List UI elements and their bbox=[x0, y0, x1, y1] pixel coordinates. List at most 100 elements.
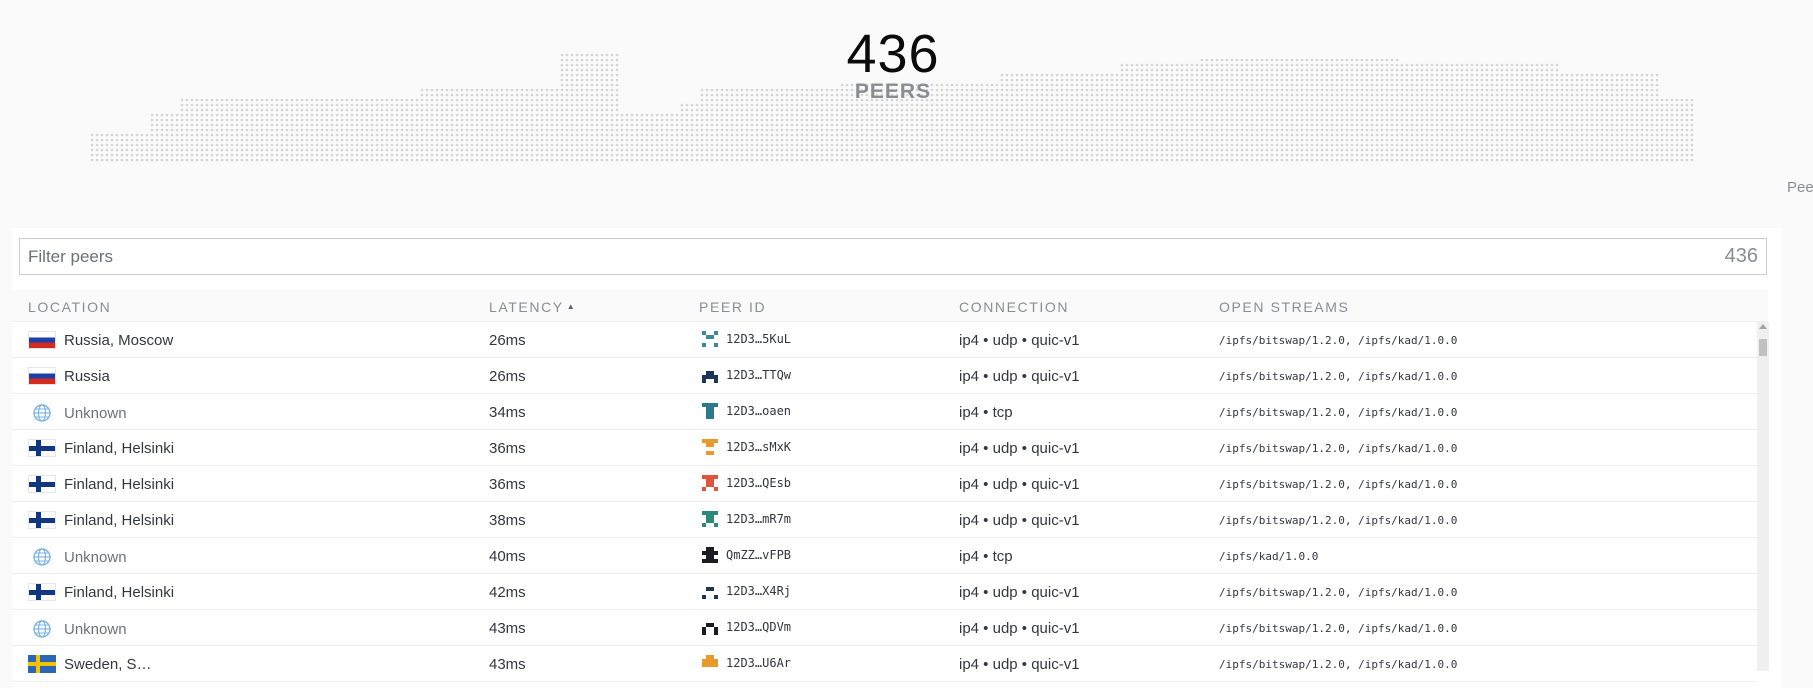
connection-cell: ip4 • udp • quic-v1 bbox=[959, 620, 1080, 637]
open-streams-cell: /ipfs/bitswap/1.2.0, /ipfs/kad/1.0.0 bbox=[1219, 334, 1457, 347]
peer-id-cell[interactable]: 12D3…sMxK bbox=[702, 439, 791, 455]
peer-identicon-icon bbox=[702, 367, 718, 383]
location-label: Finland, Helsinki bbox=[64, 440, 174, 457]
peer-count-label: PEERS bbox=[793, 80, 993, 104]
sort-ascending-icon: ▲ bbox=[567, 302, 577, 311]
peer-id-cell[interactable]: 12D3…mR7m bbox=[702, 511, 791, 527]
open-streams-cell: /ipfs/bitswap/1.2.0, /ipfs/kad/1.0.0 bbox=[1219, 658, 1457, 671]
peer-count-hero: 436 PEERS bbox=[793, 24, 993, 104]
flag-fi-icon bbox=[28, 583, 56, 601]
peer-identicon-icon bbox=[702, 403, 718, 419]
column-header-peer-id[interactable]: PEER ID bbox=[699, 299, 766, 315]
peer-id-cell[interactable]: 12D3…TTQw bbox=[702, 367, 791, 383]
open-streams-cell: /ipfs/bitswap/1.2.0, /ipfs/kad/1.0.0 bbox=[1219, 370, 1457, 383]
location-label: Unknown bbox=[64, 549, 127, 566]
peer-id-cell[interactable]: 12D3…5KuL bbox=[702, 331, 791, 347]
connection-cell: ip4 • udp • quic-v1 bbox=[959, 332, 1080, 349]
peer-identicon-icon bbox=[702, 619, 718, 635]
peers-world-map: 436 PEERS bbox=[0, 0, 1813, 210]
peer-identicon-icon bbox=[702, 475, 718, 491]
flag-fi-icon bbox=[28, 475, 56, 493]
peer-id-cell[interactable]: 12D3…X4Rj bbox=[702, 583, 791, 599]
latency-cell: 43ms bbox=[489, 620, 526, 637]
filter-peers-box[interactable]: 436 bbox=[19, 238, 1767, 275]
scroll-up-arrow-icon[interactable] bbox=[1759, 324, 1767, 329]
peer-id-label: 12D3…5KuL bbox=[726, 332, 791, 346]
table-header: LOCATION LATENCY▲ PEER ID CONNECTION OPE… bbox=[12, 290, 1768, 322]
table-row[interactable]: Finland, Helsinki 36ms 12D3…QEsb ip4 • udp … bbox=[12, 466, 1757, 502]
connection-cell: ip4 • tcp bbox=[959, 404, 1013, 421]
flag-fi-icon bbox=[28, 439, 56, 457]
location-cell: Russia, Moscow bbox=[28, 331, 173, 349]
connection-cell: ip4 • udp • quic-v1 bbox=[959, 476, 1080, 493]
peer-id-cell[interactable]: 12D3…QDVm bbox=[702, 619, 791, 635]
table-row[interactable]: Unknown 40ms QmZZ…vFPB ip4 • tcp/ipfs/kad/1… bbox=[12, 538, 1757, 574]
filter-peers-input[interactable] bbox=[28, 247, 1628, 267]
peer-id-cell[interactable]: 12D3…U6Ar bbox=[702, 655, 791, 671]
table-row[interactable]: Finland, Helsinki 36ms 12D3…sMxK ip4 • udp … bbox=[12, 430, 1757, 466]
table-row[interactable]: Russia26ms12D3…TTQwip4 • udp • quic-v1/i… bbox=[12, 358, 1757, 394]
globe-icon bbox=[28, 547, 56, 567]
location-label: Unknown bbox=[64, 621, 127, 638]
connection-cell: ip4 • udp • quic-v1 bbox=[959, 512, 1080, 529]
location-cell: Finland, Helsinki bbox=[28, 511, 174, 529]
location-cell: Unknown bbox=[28, 619, 127, 639]
location-label: Finland, Helsinki bbox=[64, 512, 174, 529]
connection-cell: ip4 • udp • quic-v1 bbox=[959, 656, 1080, 673]
latency-cell: 38ms bbox=[489, 512, 526, 529]
connection-cell: ip4 • udp • quic-v1 bbox=[959, 440, 1080, 457]
peer-id-label: 12D3…sMxK bbox=[726, 440, 791, 454]
flag-ru-icon bbox=[28, 367, 56, 385]
location-cell: Finland, Helsinki bbox=[28, 475, 174, 493]
globe-icon bbox=[28, 403, 56, 423]
flag-se-icon bbox=[28, 655, 56, 673]
table-row[interactable]: Finland, Helsinki 38ms 12D3…mR7m ip4 • udp … bbox=[12, 502, 1757, 538]
scrollbar-thumb[interactable] bbox=[1759, 339, 1767, 356]
peer-id-cell[interactable]: QmZZ…vFPB bbox=[702, 547, 791, 563]
peer-id-label: 12D3…mR7m bbox=[726, 512, 791, 526]
peer-id-cell[interactable]: 12D3…QEsb bbox=[702, 475, 791, 491]
peer-identicon-icon bbox=[702, 439, 718, 455]
flag-ru-icon bbox=[28, 331, 56, 349]
peer-id-label: 12D3…X4Rj bbox=[726, 584, 791, 598]
peer-id-label: 12D3…U6Ar bbox=[726, 656, 791, 670]
latency-cell: 26ms bbox=[489, 368, 526, 385]
column-header-latency[interactable]: LATENCY▲ bbox=[489, 299, 576, 315]
peer-identicon-icon bbox=[702, 583, 718, 599]
column-header-location[interactable]: LOCATION bbox=[28, 299, 111, 315]
location-label: Finland, Helsinki bbox=[64, 584, 174, 601]
open-streams-cell: /ipfs/bitswap/1.2.0, /ipfs/kad/1.0.0 bbox=[1219, 478, 1457, 491]
column-header-connection[interactable]: CONNECTION bbox=[959, 299, 1069, 315]
table-row[interactable]: Sweden, S… 43ms 12D3…U6Ar ip4 • udp • quic-… bbox=[12, 646, 1757, 682]
latency-cell: 36ms bbox=[489, 476, 526, 493]
connection-cell: ip4 • tcp bbox=[959, 548, 1013, 565]
connection-cell: ip4 • udp • quic-v1 bbox=[959, 584, 1080, 601]
latency-cell: 40ms bbox=[489, 548, 526, 565]
open-streams-cell: /ipfs/kad/1.0.0 bbox=[1219, 550, 1318, 563]
latency-cell: 36ms bbox=[489, 440, 526, 457]
column-header-open-streams[interactable]: OPEN STREAMS bbox=[1219, 299, 1349, 315]
peer-id-label: QmZZ…vFPB bbox=[726, 548, 791, 562]
location-label: Russia bbox=[64, 368, 110, 385]
location-cell: Unknown bbox=[28, 547, 127, 567]
peer-id-cell[interactable]: 12D3…oaen bbox=[702, 403, 791, 419]
peer-id-label: 12D3…oaen bbox=[726, 404, 791, 418]
table-row[interactable]: Finland, Helsinki42ms12D3…X4Rjip4 • udp … bbox=[12, 574, 1757, 610]
latency-cell: 43ms bbox=[489, 656, 526, 673]
location-cell: Finland, Helsinki bbox=[28, 583, 174, 601]
peer-identicon-icon bbox=[702, 331, 718, 347]
column-header-latency-label: LATENCY bbox=[489, 299, 564, 315]
location-cell: Russia bbox=[28, 367, 110, 385]
open-streams-cell: /ipfs/bitswap/1.2.0, /ipfs/kad/1.0.0 bbox=[1219, 514, 1457, 527]
table-row[interactable]: Russia, Moscow26ms12D3…5KuLip4 • udp • q… bbox=[12, 322, 1757, 358]
location-label: Russia, Moscow bbox=[64, 332, 173, 349]
table-scrollbar[interactable] bbox=[1757, 322, 1769, 671]
table-row[interactable]: Unknown43ms12D3…QDVmip4 • udp • quic-v1/… bbox=[12, 610, 1757, 646]
peer-id-label: 12D3…QDVm bbox=[726, 620, 791, 634]
filter-result-count: 436 bbox=[1725, 245, 1758, 268]
table-row[interactable]: Unknown34ms12D3…oaenip4 • tcp/ipfs/bitsw… bbox=[12, 394, 1757, 430]
peer-identicon-icon bbox=[702, 547, 718, 563]
latency-cell: 34ms bbox=[489, 404, 526, 421]
location-cell: Sweden, S… bbox=[28, 655, 152, 673]
side-peers-label: Pee bbox=[1787, 179, 1813, 196]
